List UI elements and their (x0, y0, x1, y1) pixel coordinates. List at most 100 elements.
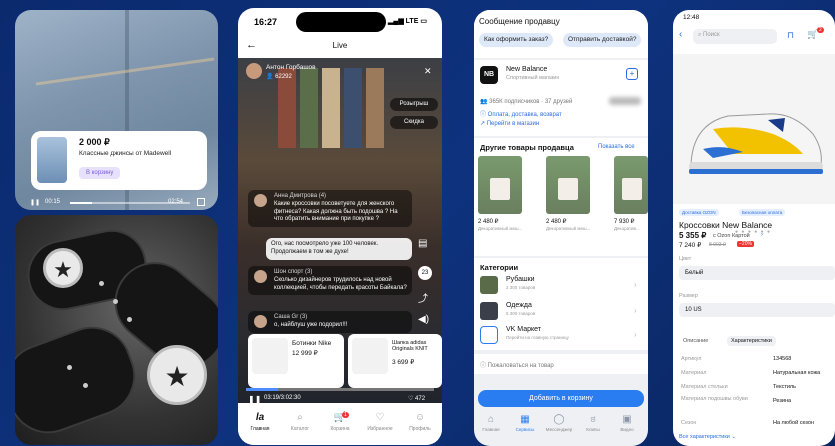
back-chevron-icon[interactable]: ‹ (679, 29, 682, 40)
color-value: Белый (685, 270, 704, 276)
commenter-avatar (254, 270, 267, 283)
product-card[interactable]: 2 000 ₽ Классные джинсы от Madewell В ко… (31, 131, 207, 190)
quick-reply-chip[interactable]: Как оформить заказ? (479, 33, 554, 47)
spec-value: 134568 (773, 356, 792, 362)
comment-text: Ого, нас посмотрело уже 100 человек. Про… (271, 241, 379, 255)
close-icon[interactable]: ✕ (424, 66, 432, 77)
tab-characteristics[interactable]: Характеристики (727, 336, 776, 346)
likes[interactable]: ♡ 472 (408, 395, 425, 402)
spec-key: Артикул (681, 356, 702, 362)
pause-icon[interactable]: ❚❚ (248, 395, 261, 404)
add-to-cart-button[interactable]: Добавить в корзину (478, 390, 644, 407)
tab-favorites[interactable]: ♡ Избранное (360, 412, 400, 432)
item-desc: Декоративный меш... (478, 226, 523, 231)
nav-services[interactable]: ▦ Сервисы (510, 414, 540, 432)
nav-video[interactable]: ▣ Видео (612, 414, 642, 432)
sound-icon[interactable]: ◀) (418, 314, 429, 325)
price-ozon-card: 5 355 ₽ (679, 231, 707, 240)
nav-home[interactable]: ⌂ Главная (476, 414, 506, 432)
commenter-name: Анна Дмитрова (4) (274, 193, 327, 199)
cart-badge: 2 (817, 27, 824, 33)
giveaway-pill[interactable]: Розыгрыш (390, 98, 438, 111)
host-avatar[interactable] (246, 63, 262, 79)
pause-icon[interactable]: ❚❚ (30, 199, 40, 206)
category-count: 5 300 товаров (506, 311, 536, 316)
product-bag-image[interactable] (546, 156, 590, 214)
tab-profile[interactable]: ☺ Профиль (400, 412, 440, 432)
nav-clips[interactable]: ಠ Клипы (578, 414, 608, 432)
product-page-phone: 12:48 ‹ ⌕ Поиск ⊓ 🛒 2 ● ● ● ● ● ● Достав… (673, 10, 835, 446)
tab-catalog[interactable]: ⌕ Каталог (280, 412, 320, 432)
lace-eyelet (99, 281, 104, 286)
category-name[interactable]: Одежда (506, 302, 532, 309)
stream-product-card[interactable]: Шапка adidas Originals KNIT 3 699 ₽ (348, 334, 442, 388)
rack-item (278, 68, 296, 148)
category-name[interactable]: VK Маркет (506, 326, 541, 333)
discount-pill[interactable]: Скидка (390, 116, 438, 129)
live-stream-phone: 16:27 ▂▄▆ LTE ▭ ← Live Антон Горбашов 👤 … (238, 8, 442, 445)
add-to-cart-button[interactable]: В корзину (79, 167, 121, 179)
payment-tag: Безопасная оплата (739, 209, 786, 216)
comments-count[interactable]: 23 (418, 266, 432, 280)
quick-reply-chip[interactable]: Отправить доставкой? (563, 33, 642, 47)
go-to-shop-link[interactable]: ↗ Перейти в магазин (480, 120, 539, 127)
lace-eyelet (83, 383, 88, 388)
message-seller-title: Сообщение продавцу (479, 17, 560, 26)
stream-scrubber[interactable] (246, 388, 434, 391)
star-patch-icon: ★ (43, 248, 83, 288)
product-image[interactable]: ● ● ● ● ● ● (673, 54, 835, 235)
tab-cart[interactable]: 🛒 1 Корзина (320, 412, 360, 432)
shop-card: NB New Balance Спортивный магазин + 👥 36… (474, 60, 648, 136)
product-name: Шапка adidas Originals KNIT (392, 340, 428, 352)
subscribe-button[interactable]: + (626, 68, 638, 80)
tab-home[interactable]: la Главная (240, 412, 280, 432)
color-select[interactable]: Белый (679, 266, 835, 280)
jeans-video-card[interactable]: 2 000 ₽ Классные джинсы от Madewell В ко… (15, 10, 218, 210)
product-name: Ботинки Nike (292, 340, 332, 347)
old-price: 7 240 ₽ (679, 242, 702, 249)
color-label: Цвет (679, 256, 692, 262)
complain-link[interactable]: ⓘ Пожаловаться на товар (480, 360, 554, 369)
bookmark-icon[interactable]: ⊓ (787, 30, 794, 41)
product-bag-image[interactable] (614, 156, 648, 214)
delivery-tag: Доставка OZON (679, 209, 719, 216)
spec-value: Резина (773, 398, 792, 404)
bottom-tab-bar: la Главная ⌕ Каталог 🛒 1 Корзина ♡ Избранное … (238, 410, 442, 445)
chat-comment: Шон спорт (3) Сколько дизайнеров трудило… (248, 266, 412, 296)
rack-item (300, 68, 318, 148)
commenter-name: Саша Gr (3) (274, 314, 308, 320)
product-price: 2 000 ₽ (79, 137, 110, 147)
shop-name[interactable]: New Balance (506, 66, 547, 73)
live-video[interactable]: Антон Горбашов 👤 62292 ✕ Розыгрыш Скидка… (238, 58, 442, 404)
share-icon[interactable]: ⤴ (418, 290, 428, 305)
item-price: 2 480 ₽ (478, 219, 499, 225)
product-price: 12 999 ₽ (292, 350, 318, 357)
message-seller-header: Сообщение продавцу Как оформить заказ? О… (474, 10, 648, 58)
time-current: 00:15 (45, 199, 61, 205)
stream-product-card[interactable]: Ботинки Nike 12 999 ₽ (248, 334, 344, 388)
complain-row[interactable]: ⓘ Пожаловаться на товар (474, 354, 648, 374)
product-bag-image[interactable] (478, 156, 522, 214)
item-price: 2 480 ₽ (546, 219, 567, 225)
spec-key: Сезон (681, 420, 697, 426)
payment-info-link[interactable]: ⓘ Оплата, доставка, возврат (480, 109, 562, 118)
followers-row: 👥 365К подписчиков · 37 друзей (480, 99, 573, 105)
comment-text: о, найблуш уже подорил!!! (274, 321, 348, 328)
catalog-icon: ⌕ (297, 412, 303, 423)
all-specs-link[interactable]: Все характеристики ⌄ (679, 434, 736, 440)
search-input[interactable]: ⌕ Поиск (693, 29, 777, 44)
cart-icon: 🛒 (333, 412, 347, 423)
products-icon[interactable]: ▤ (418, 238, 427, 249)
viewer-count: 👤 62292 (266, 74, 292, 80)
size-select[interactable]: 10 US (679, 303, 835, 317)
nav-messenger[interactable]: ◯ Мессенджер (544, 414, 574, 432)
tab-description[interactable]: Описание (683, 338, 708, 344)
shirt-icon (480, 276, 498, 294)
size-value: 10 US (685, 307, 702, 313)
category-name[interactable]: Рубашки (506, 276, 535, 283)
show-all-link[interactable]: Показать все (598, 144, 635, 150)
categories-title: Категории (480, 263, 519, 272)
commenter-avatar (254, 194, 267, 207)
fullscreen-icon[interactable] (197, 198, 205, 206)
lace-eyelet (127, 317, 132, 322)
